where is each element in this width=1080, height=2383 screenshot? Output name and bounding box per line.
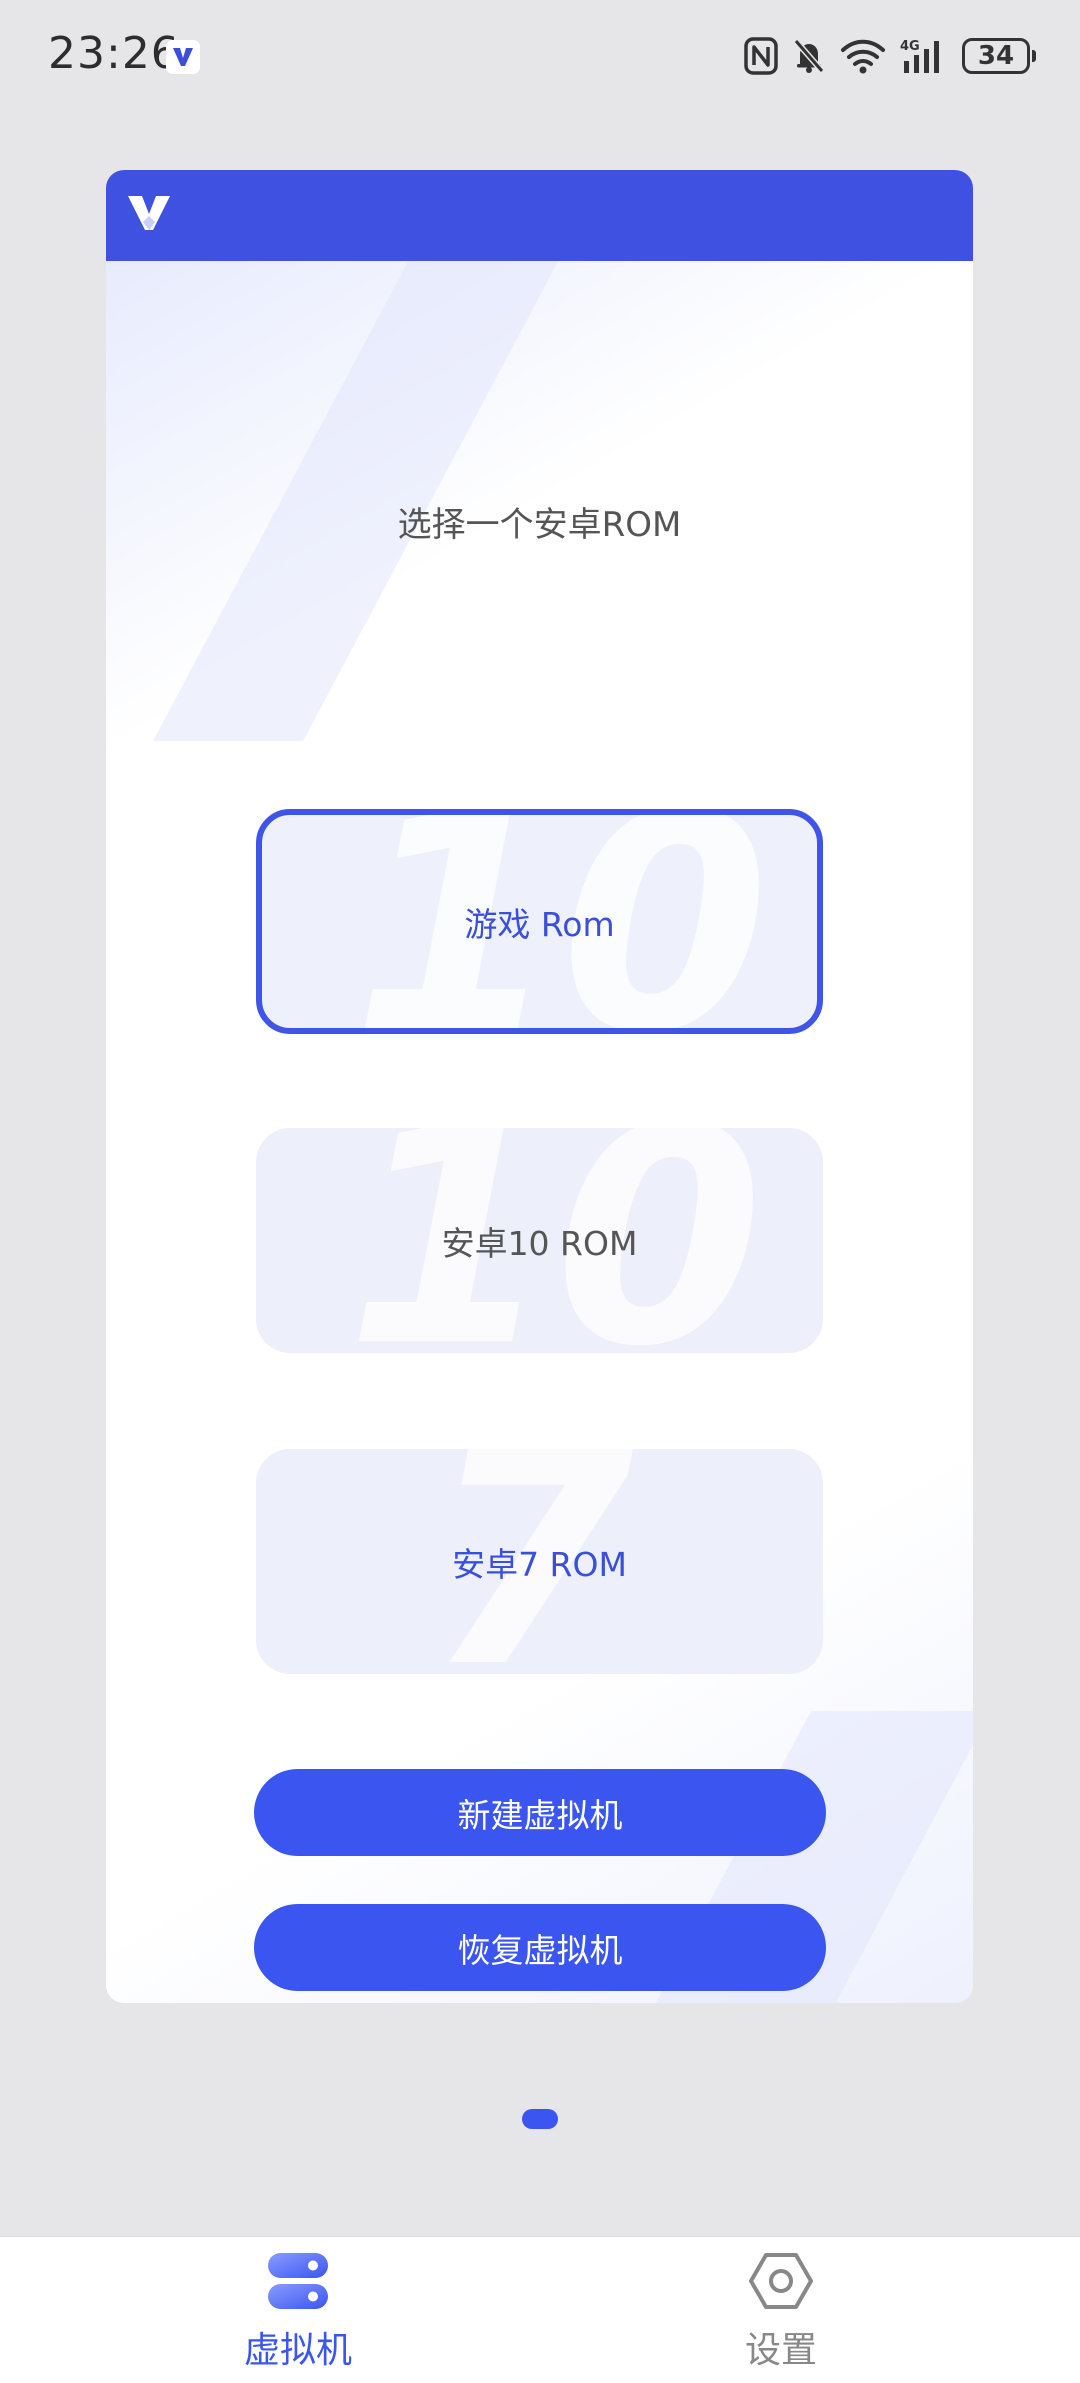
rom-select-card: 选择一个安卓ROM 10 游戏 Rom 10 安卓10 ROM 7 安卓7 RO… — [106, 170, 973, 2003]
rom-option-label: 游戏 Rom — [464, 904, 615, 944]
vm-toggle-icon — [266, 2251, 330, 2315]
wifi-icon — [840, 37, 886, 75]
card-body: 选择一个安卓ROM 10 游戏 Rom 10 安卓10 ROM 7 安卓7 RO… — [106, 261, 973, 2003]
rom-option-label: 安卓10 ROM — [441, 1223, 638, 1263]
nav-item-settings[interactable]: 设置 — [681, 2251, 881, 2373]
nav-label: 设置 — [744, 2330, 817, 2371]
hexagon-settings-icon — [749, 2251, 813, 2315]
bell-muted-icon — [792, 37, 826, 75]
status-icons: 4G 34 — [744, 34, 1036, 78]
new-vm-button[interactable]: 新建虚拟机 — [254, 1769, 826, 1856]
battery-indicator: 34 — [962, 38, 1036, 74]
app-logo-icon — [126, 194, 172, 238]
restore-vm-button[interactable]: 恢复虚拟机 — [254, 1904, 826, 1991]
nav-label: 虚拟机 — [243, 2330, 352, 2371]
card-header — [106, 170, 973, 261]
status-time: 23:26 — [48, 28, 180, 79]
rom-option-android-7[interactable]: 7 安卓7 ROM — [256, 1449, 823, 1674]
svg-text:4G: 4G — [900, 39, 920, 54]
rom-option-label: 安卓7 ROM — [452, 1544, 627, 1584]
app-notification-icon — [166, 40, 200, 74]
rom-option-android-10[interactable]: 10 安卓10 ROM — [256, 1128, 823, 1353]
bottom-nav: 虚拟机 设置 — [0, 2236, 1080, 2383]
page-indicator — [522, 2109, 558, 2129]
status-bar: 23:26 4G 34 — [0, 0, 1080, 110]
rom-select-prompt: 选择一个安卓ROM — [397, 505, 682, 545]
nav-item-virtual-machine[interactable]: 虚拟机 — [198, 2251, 398, 2373]
rom-option-game[interactable]: 10 游戏 Rom — [256, 809, 823, 1034]
signal-4g-icon: 4G — [900, 37, 948, 75]
nfc-icon — [744, 37, 778, 75]
